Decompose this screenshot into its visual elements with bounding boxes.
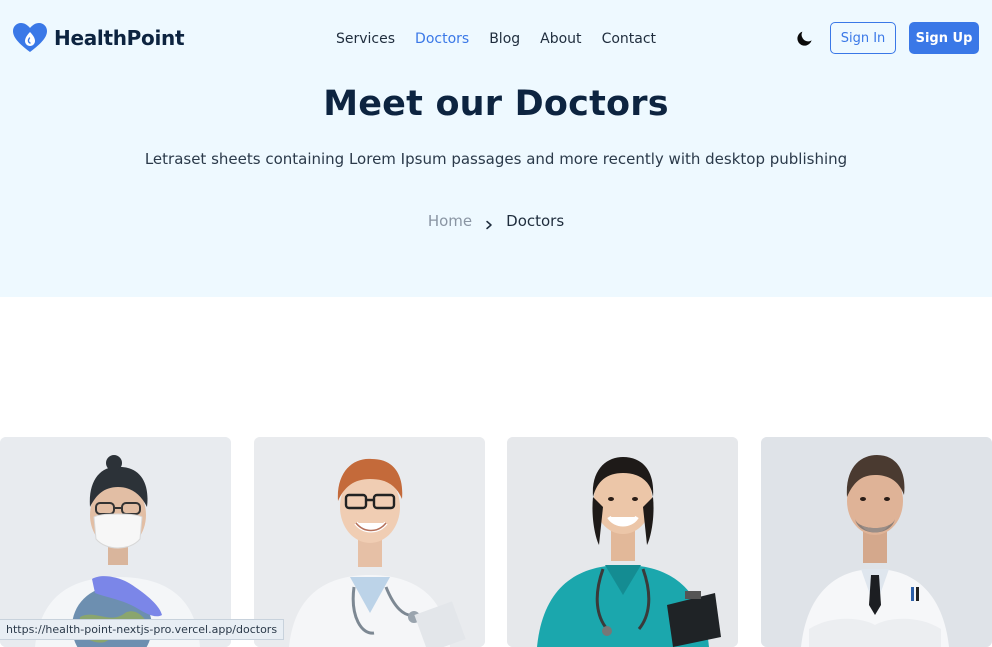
breadcrumb: Home Doctors <box>0 212 992 230</box>
logo[interactable]: HealthPoint <box>12 22 185 54</box>
doctor-photo-smiling-doctor <box>254 437 485 647</box>
nav-link-about[interactable]: About <box>540 30 581 48</box>
doctor-card-photo-4[interactable] <box>761 437 992 647</box>
sign-up-button[interactable]: Sign Up <box>909 22 979 54</box>
heart-logo-icon <box>12 22 48 54</box>
nav-link-services[interactable]: Services <box>336 30 395 48</box>
doctor-photo-nurse-teal-scrubs <box>507 437 738 647</box>
chevron-right-icon <box>484 216 494 230</box>
moon-icon[interactable] <box>795 28 815 48</box>
doctor-card-photo-1[interactable] <box>0 437 231 647</box>
page-title: Meet our Doctors <box>323 84 669 124</box>
site-header: HealthPoint Services Doctors Blog About … <box>0 0 992 78</box>
browser-status-url: https://health-point-nextjs-pro.vercel.a… <box>0 619 285 640</box>
page-subtitle: Letraset sheets containing Lorem Ipsum p… <box>144 150 848 168</box>
nav-link-blog[interactable]: Blog <box>489 30 520 48</box>
doctor-card-photo-2[interactable] <box>254 437 485 647</box>
breadcrumb-home-link[interactable]: Home <box>428 212 472 230</box>
nav-link-contact[interactable]: Contact <box>602 30 656 48</box>
main-nav: Services Doctors Blog About Contact <box>336 30 676 48</box>
breadcrumb-current: Doctors <box>506 212 565 230</box>
sign-in-button[interactable]: Sign In <box>830 22 896 54</box>
doctor-photo-masked-doctor <box>0 437 231 647</box>
doctor-photo-senior-doctor <box>761 437 992 647</box>
doctor-card-photo-3[interactable] <box>507 437 738 647</box>
nav-link-doctors[interactable]: Doctors <box>415 30 469 48</box>
brand-name: HealthPoint <box>54 26 185 50</box>
